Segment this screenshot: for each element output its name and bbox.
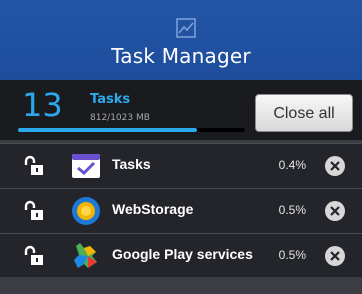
task-cpu-percent: 0.5% xyxy=(278,248,306,262)
close-task-button[interactable] xyxy=(325,246,345,266)
tasks-app-icon xyxy=(72,154,100,178)
task-count: 13 xyxy=(22,86,63,124)
app-header: Task Manager xyxy=(0,0,362,80)
task-name: Google Play services xyxy=(112,246,253,262)
task-cpu-percent: 0.5% xyxy=(278,203,306,217)
task-name: WebStorage xyxy=(112,201,194,217)
task-row[interactable]: Google Play services 0.5% xyxy=(0,233,362,278)
app-title: Task Manager xyxy=(111,44,251,68)
task-name: Tasks xyxy=(112,156,151,172)
close-icon xyxy=(330,251,340,261)
unlock-icon[interactable] xyxy=(22,244,46,268)
unlock-icon[interactable] xyxy=(22,154,46,178)
close-all-button[interactable]: Close all xyxy=(255,94,353,132)
memory-usage: 812/1023 MB xyxy=(90,113,150,123)
close-icon xyxy=(330,161,340,171)
task-row[interactable]: Tasks 0.4% xyxy=(0,143,362,188)
google-play-services-icon xyxy=(74,243,97,268)
memory-progress-bar xyxy=(18,128,245,132)
task-row[interactable]: WebStorage 0.5% xyxy=(0,188,362,233)
memory-progress-fill xyxy=(18,128,197,132)
close-task-button[interactable] xyxy=(325,201,345,221)
close-task-button[interactable] xyxy=(325,156,345,176)
bottom-spacer xyxy=(0,277,362,294)
task-cpu-percent: 0.4% xyxy=(278,158,306,172)
unlock-icon[interactable] xyxy=(22,199,46,223)
close-icon xyxy=(330,206,340,216)
webstorage-app-icon xyxy=(72,197,100,225)
chart-icon xyxy=(176,18,196,38)
task-count-label: Tasks xyxy=(90,92,131,107)
